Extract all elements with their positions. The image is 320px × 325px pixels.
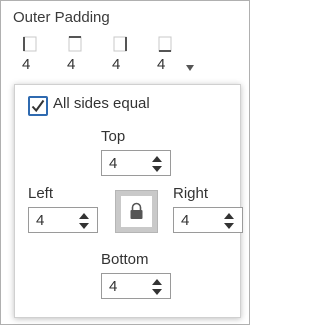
lock-sides-button[interactable] (115, 190, 158, 233)
left-padding-icon (23, 36, 37, 52)
right-padding-value: 4 (112, 56, 121, 73)
left-label: Left (28, 185, 54, 202)
bottom-padding-summary[interactable]: 4 (151, 34, 191, 76)
left-padding-value: 4 (22, 56, 31, 73)
right-value: 4 (181, 212, 190, 229)
lock-button-face (121, 196, 152, 227)
spin-arrows-icon[interactable] (223, 211, 235, 231)
spin-arrows-icon[interactable] (151, 154, 163, 174)
checkmark-icon (31, 99, 45, 113)
top-padding-summary[interactable]: 4 (61, 34, 101, 76)
padding-popup: All sides equal Top 4 Left 4 Right 4 Bot… (14, 84, 243, 318)
right-padding-summary[interactable]: 4 (106, 34, 146, 76)
left-padding-summary[interactable]: 4 (16, 34, 56, 76)
top-padding-value: 4 (67, 56, 76, 73)
lock-icon (130, 202, 143, 219)
left-stepper[interactable]: 4 (28, 207, 98, 233)
bottom-stepper[interactable]: 4 (101, 273, 171, 299)
all-sides-equal-label: All sides equal (53, 95, 150, 112)
section-title: Outer Padding (13, 9, 110, 26)
dropdown-arrow-icon[interactable] (186, 65, 194, 71)
bottom-padding-icon (158, 36, 172, 52)
left-value: 4 (36, 212, 45, 229)
bottom-label: Bottom (101, 251, 149, 268)
spin-arrows-icon[interactable] (151, 277, 163, 297)
right-stepper[interactable]: 4 (173, 207, 243, 233)
right-padding-icon (113, 36, 127, 52)
all-sides-equal-checkbox[interactable] (28, 96, 48, 116)
right-label: Right (173, 185, 209, 202)
bottom-padding-value: 4 (157, 56, 166, 73)
top-stepper[interactable]: 4 (101, 150, 171, 176)
top-label: Top (101, 128, 126, 145)
outer-padding-panel: Outer Padding 4 4 4 4 All sides equal To… (0, 0, 250, 325)
top-padding-icon (68, 36, 82, 52)
bottom-value: 4 (109, 278, 118, 295)
top-value: 4 (109, 155, 118, 172)
spin-arrows-icon[interactable] (78, 211, 90, 231)
